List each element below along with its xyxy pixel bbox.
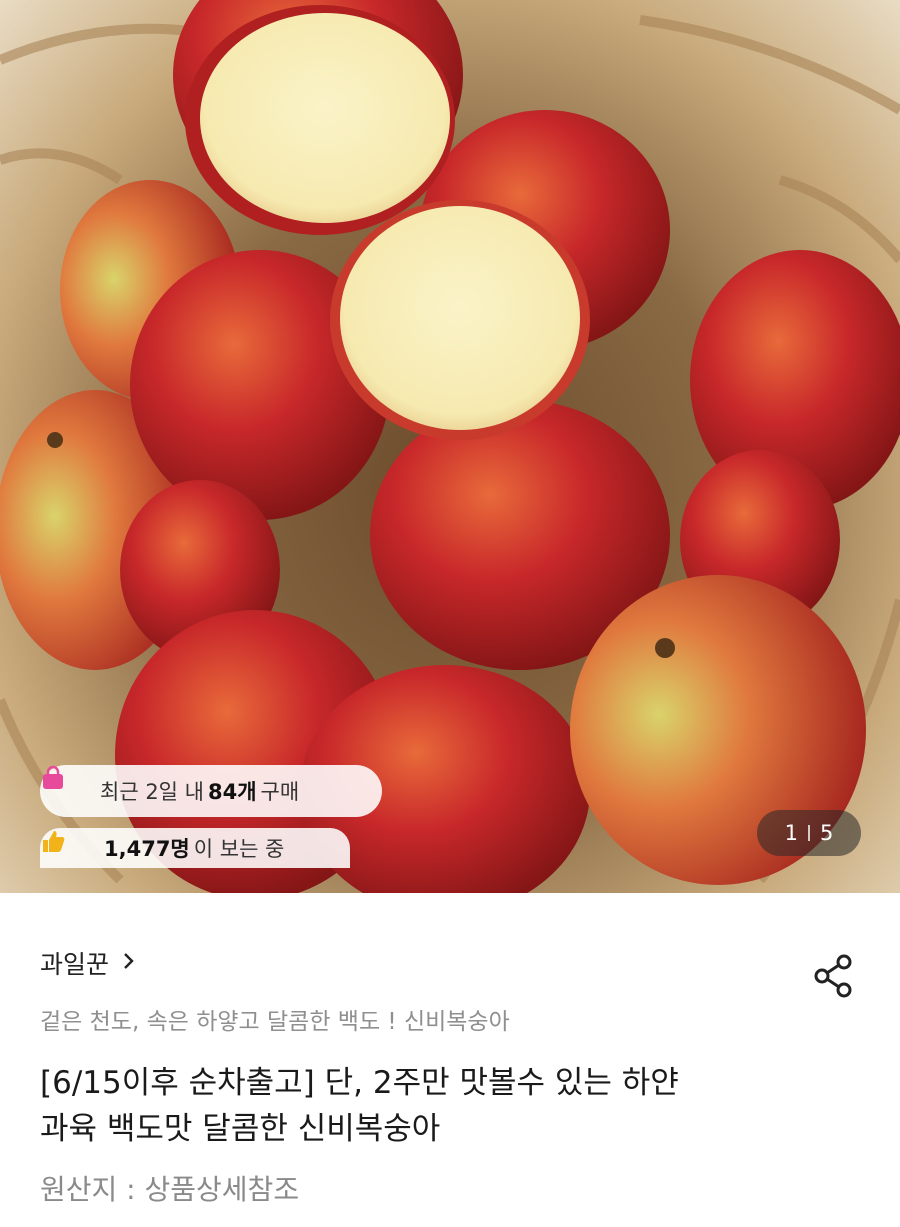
recent-suffix: 구매 <box>260 780 300 804</box>
product-image[interactable]: 최근 2일 내 84개 구매 1,477명 이 보는 중 1 5 <box>0 0 900 893</box>
recent-purchase-badge: 최근 2일 내 84개 구매 <box>40 765 382 817</box>
chevron-right-icon <box>119 951 139 975</box>
peach-basket-photo <box>0 0 900 893</box>
store-link[interactable]: 과일꾼 <box>40 945 139 981</box>
viewing-count: 1,477명 <box>104 837 190 861</box>
share-button[interactable] <box>810 950 856 1002</box>
current-image-index: 1 <box>784 821 798 845</box>
product-title-line-2: 과육 백도맛 달콤한 신비복숭아 <box>40 1111 441 1147</box>
viewing-suffix: 이 보는 중 <box>193 837 285 861</box>
recent-count: 84개 <box>208 780 257 804</box>
share-icon <box>810 954 856 1006</box>
product-origin: 원산지 : 상품상세참조 <box>40 1173 300 1206</box>
product-subtitle: 겉은 천도, 속은 하얗고 달콤한 백도 ! 신비복숭아 <box>40 1009 510 1035</box>
viewing-now-badge: 1,477명 이 보는 중 <box>40 828 350 868</box>
image-page-counter: 1 5 <box>757 810 861 856</box>
total-image-count: 5 <box>820 821 834 845</box>
counter-divider <box>808 825 810 841</box>
shopping-bag-icon <box>43 765 90 805</box>
thumbs-up-icon <box>43 831 90 862</box>
product-title-line-1: [6/15이후 순차출고] 단, 2주만 맛볼수 있는 하얀 <box>40 1065 679 1101</box>
store-name: 과일꾼 <box>40 950 110 979</box>
recent-prefix: 최근 2일 내 <box>100 780 204 804</box>
product-title: [6/15이후 순차출고] 단, 2주만 맛볼수 있는 하얀 과육 백도맛 달콤… <box>40 1060 870 1152</box>
